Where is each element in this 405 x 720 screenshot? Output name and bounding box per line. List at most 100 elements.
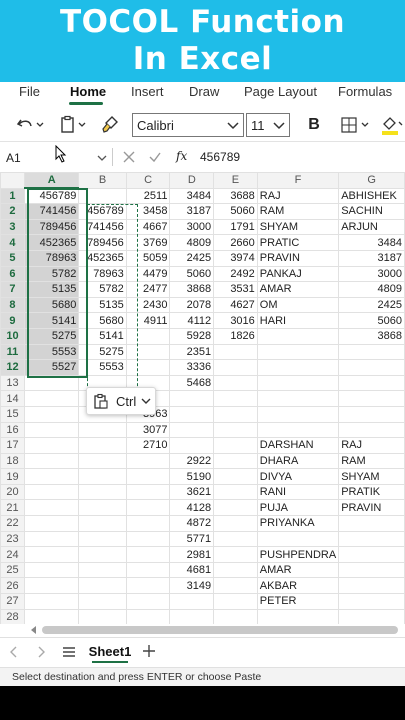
tab-draw[interactable]: Draw [189,84,219,99]
cell-a7[interactable]: 5135 [23,281,80,298]
row-header-15[interactable]: 15 [0,405,25,423]
cell-g10[interactable]: 3868 [338,327,405,345]
row-header-12[interactable]: 12 [0,359,25,376]
row-header-11[interactable]: 11 [0,343,25,361]
row-header-22[interactable]: 22 [0,515,25,532]
row-header-10[interactable]: 10 [0,327,25,345]
cell-d17[interactable] [169,437,215,454]
cell-g6[interactable]: 3000 [338,265,405,283]
confirm-icon[interactable] [148,150,162,164]
cell-g19[interactable]: SHYAM [338,468,405,485]
cell-f13[interactable] [256,374,340,392]
cell-d8[interactable]: 2078 [169,296,215,314]
cell-e25[interactable] [213,561,258,579]
cell-a25[interactable] [23,561,80,579]
cell-b1[interactable] [78,187,127,205]
cell-b27[interactable] [78,593,127,610]
cell-a14[interactable] [23,390,80,407]
cell-f5[interactable]: PRAVIN [256,249,340,267]
cell-c9[interactable]: 4911 [125,312,171,329]
cell-a21[interactable] [23,499,80,517]
cell-e9[interactable]: 3016 [213,312,258,329]
cell-e16[interactable] [213,421,258,439]
undo-button[interactable] [12,114,48,136]
cell-b25[interactable] [78,561,127,579]
cell-a27[interactable] [23,593,80,610]
cell-g28[interactable] [338,608,405,624]
cell-b4[interactable]: 789456 [78,234,127,251]
row-header-28[interactable]: 28 [0,608,25,624]
cell-d4[interactable]: 4809 [169,234,215,251]
row-header-1[interactable]: 1 [0,187,25,205]
cell-b20[interactable] [78,483,127,501]
row-header-17[interactable]: 17 [0,437,25,454]
cell-g1[interactable]: ABHISHEK [338,187,405,205]
cell-e12[interactable] [213,359,258,376]
cell-d16[interactable] [169,421,215,439]
cell-a6[interactable]: 5782 [23,265,80,283]
cell-f9[interactable]: HARI [256,312,340,329]
font-name-select[interactable]: Calibri [132,113,244,137]
cell-e22[interactable] [213,515,258,532]
cell-d24[interactable]: 2981 [169,546,215,563]
cell-e10[interactable]: 1826 [213,327,258,345]
cell-d14[interactable] [169,390,215,407]
cell-a23[interactable] [23,530,80,548]
borders-button[interactable] [338,114,374,136]
row-header-8[interactable]: 8 [0,296,25,314]
cell-b11[interactable]: 5275 [78,343,127,361]
tab-file[interactable]: File [19,84,40,99]
row-header-6[interactable]: 6 [0,265,25,283]
cell-f11[interactable] [256,343,340,361]
cell-g14[interactable] [338,390,405,407]
column-header-a[interactable]: A [23,172,80,190]
cell-d1[interactable]: 3484 [169,187,215,205]
cell-f27[interactable]: PETER [256,593,340,610]
cell-g21[interactable]: PRAVIN [338,499,405,517]
column-header-f[interactable]: F [256,172,340,189]
cell-f6[interactable]: PANKAJ [256,265,340,283]
cell-g23[interactable] [338,530,405,548]
formula-input[interactable]: 456789 [200,150,240,164]
cell-c10[interactable] [125,327,171,345]
cell-b5[interactable]: 452365 [78,249,127,267]
cell-a11[interactable]: 5553 [23,343,80,361]
row-header-7[interactable]: 7 [0,281,25,298]
name-box[interactable]: A1 [6,151,21,165]
cell-g3[interactable]: ARJUN [338,218,405,236]
column-header-e[interactable]: E [213,172,258,189]
cell-f23[interactable] [256,530,340,548]
cell-g26[interactable] [338,577,405,595]
cell-e11[interactable] [213,343,258,361]
cell-d9[interactable]: 4112 [169,312,215,329]
cell-f17[interactable]: DARSHAN [256,437,340,454]
cell-e4[interactable]: 2660 [213,234,258,251]
cell-b8[interactable]: 5135 [78,296,127,314]
cell-f21[interactable]: PUJA [256,499,340,517]
row-header-27[interactable]: 27 [0,593,25,610]
cell-e21[interactable] [213,499,258,517]
cell-c12[interactable] [125,359,171,376]
tab-home[interactable]: Home [70,84,106,99]
cell-e2[interactable]: 5060 [213,203,258,220]
font-size-select[interactable]: 11 [246,113,290,137]
cell-a18[interactable] [23,452,80,470]
cell-g16[interactable] [338,421,405,439]
cell-b7[interactable]: 5782 [78,281,127,298]
cell-d23[interactable]: 5771 [169,530,215,548]
cell-c16[interactable]: 3077 [125,421,171,439]
cell-c4[interactable]: 3769 [125,234,171,251]
row-header-4[interactable]: 4 [0,234,25,251]
cell-e15[interactable] [213,405,258,423]
cell-c2[interactable]: 3458 [125,203,171,220]
row-header-16[interactable]: 16 [0,421,25,439]
cell-d7[interactable]: 3868 [169,281,215,298]
cell-a2[interactable]: 741456 [23,203,80,220]
row-header-18[interactable]: 18 [0,452,25,470]
cell-c11[interactable] [125,343,171,361]
cell-b22[interactable] [78,515,127,532]
cell-d10[interactable]: 5928 [169,327,215,345]
row-header-24[interactable]: 24 [0,546,25,563]
cell-g17[interactable]: RAJ [338,437,405,454]
cell-c1[interactable]: 2511 [125,187,171,205]
